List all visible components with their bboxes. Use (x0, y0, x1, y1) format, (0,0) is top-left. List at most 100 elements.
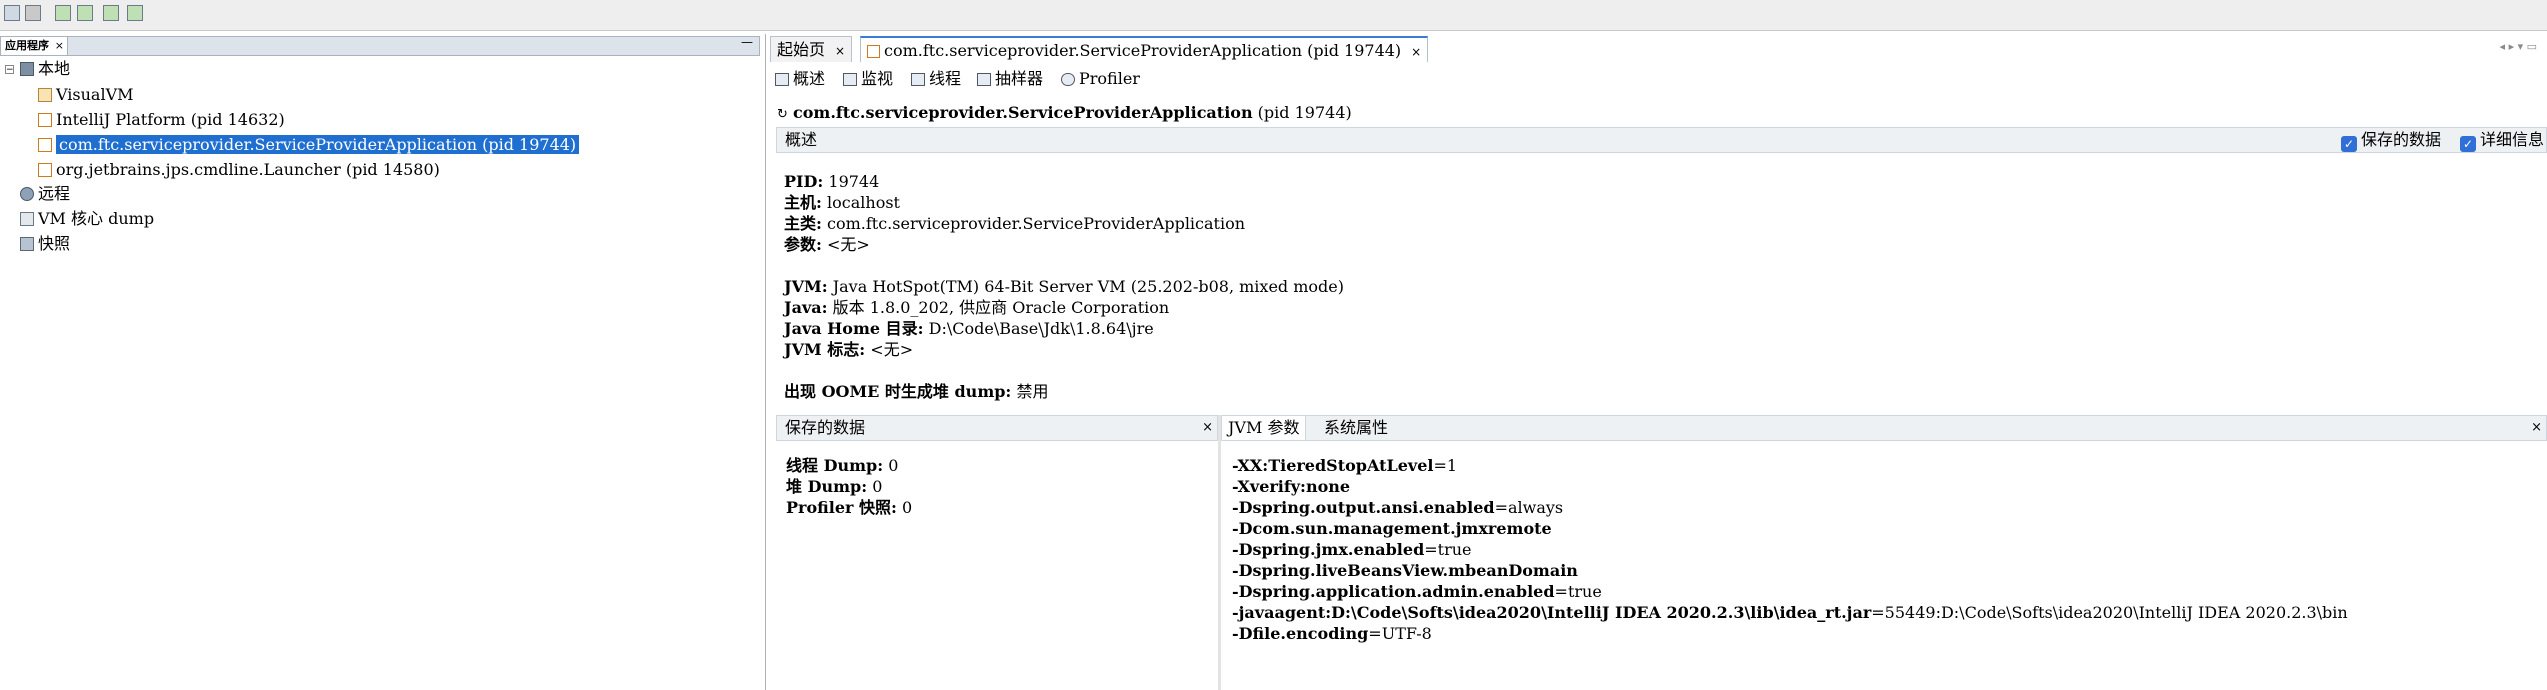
java-row: Java: 版本 1.8.0_202, 供应商 Oracle Corporati… (784, 297, 1169, 318)
tab-overview[interactable]: 概述 (775, 66, 825, 92)
tab-jvm-args[interactable]: JVM 参数 (1222, 416, 1307, 440)
label: 主机: (784, 193, 822, 212)
tree-node-label: 快照 (38, 234, 71, 253)
jvm-arg-row: -Dspring.liveBeansView.mbeanDomain (1232, 560, 1578, 581)
app-title-name: com.ftc.serviceprovider.ServiceProviderA… (793, 103, 1253, 122)
tab-threads[interactable]: 线程 (911, 66, 961, 92)
label: 参数: (784, 235, 822, 254)
tree-node-label: VM 核心 dump (38, 209, 155, 228)
open-dump-icon[interactable] (25, 5, 41, 21)
value: localhost (827, 193, 900, 212)
refresh-icon: ↻ (777, 107, 788, 122)
applications-panel-header: 应用程序 × — (0, 35, 760, 56)
tree-node-snapshot[interactable]: 快照 (20, 233, 70, 255)
compare-icon[interactable] (127, 5, 143, 21)
jvm-arg-key: -Dspring.liveBeansView.mbeanDomain (1232, 561, 1578, 580)
jvm-arg-key: -XX:TieredStopAtLevel (1232, 456, 1434, 475)
tab-scroll-arrows-icon[interactable]: ◂ ▸ ▾ ▭ (2500, 40, 2537, 53)
label: 线程 Dump: (786, 456, 884, 475)
jvm-arg-key: -Dspring.application.admin.enabled (1232, 582, 1555, 601)
args-row: 参数: <无> (784, 234, 870, 255)
tree-node-label: IntelliJ Platform (pid 14632) (56, 110, 285, 129)
tab-label: 线程 (929, 69, 962, 88)
checkbox-label: 详细信息 (2479, 130, 2544, 149)
jvm-arg-value: =55449:D:\Code\Softs\idea2020\IntelliJ I… (1871, 603, 2348, 622)
jvm-panel-header: JVM 参数 系统属性 × (1221, 415, 2547, 441)
jvm-arg-row: -Dspring.application.admin.enabled=true (1232, 581, 1602, 602)
label: PID: (784, 172, 824, 191)
tab-label: JVM 参数 (1228, 418, 1300, 437)
snapshot-icon (20, 237, 34, 251)
tab-label: Profiler (1079, 69, 1140, 88)
tab-profiler[interactable]: Profiler (1061, 66, 1140, 92)
value: 版本 1.8.0_202, 供应商 Oracle Corporation (832, 298, 1170, 317)
tab-service-app[interactable]: com.ftc.serviceprovider.ServiceProviderA… (860, 36, 1429, 62)
overview-icon (775, 73, 789, 86)
label: Profiler 快照: (786, 498, 897, 517)
tab-label: com.ftc.serviceprovider.ServiceProviderA… (884, 41, 1402, 60)
tab-label: 系统属性 (1324, 418, 1389, 437)
jvm-arg-key: -Dspring.jmx.enabled (1232, 540, 1425, 559)
remote-host-icon (20, 187, 34, 201)
close-icon[interactable]: × (1202, 416, 1213, 440)
jvm-arg-row: -Dfile.encoding=UTF-8 (1232, 623, 1432, 644)
tree-node-label: org.jetbrains.jps.cmdline.Launcher (pid … (56, 160, 440, 179)
tab-system-properties[interactable]: 系统属性 (1320, 416, 1392, 440)
heap-dump-icon[interactable] (55, 5, 71, 21)
saved-data-checkbox[interactable]: ✓ 保存的数据 (2340, 128, 2441, 152)
jvm-arg-row: -Dspring.output.ansi.enabled=always (1232, 497, 1563, 518)
tree-node-visualvm[interactable]: VisualVM (38, 84, 134, 106)
value: 0 (902, 498, 913, 517)
thread-dump-icon[interactable] (77, 5, 93, 21)
tree-node-local[interactable]: 本地 (20, 58, 70, 80)
label: Java Home 目录: (784, 319, 924, 338)
tree-node-remote[interactable]: 远程 (20, 183, 70, 205)
profiler-snapshot-row: Profiler 快照: 0 (786, 497, 912, 518)
label: 主类: (784, 214, 822, 233)
label: 堆 Dump: (786, 477, 868, 496)
jvm-arg-value: =true (1424, 540, 1472, 559)
tree-node-label: 本地 (38, 59, 71, 78)
applications-tab[interactable]: 应用程序 × (1, 37, 68, 55)
java-app-icon (38, 163, 52, 177)
app-title-pid: (pid 19744) (1257, 103, 1352, 122)
close-icon[interactable]: × (1411, 45, 1421, 59)
details-checkbox[interactable]: ✓ 详细信息 (2459, 128, 2544, 152)
value: <无> (870, 340, 914, 359)
tree-node-intellij[interactable]: IntelliJ Platform (pid 14632) (38, 109, 285, 131)
profiler-icon (1061, 73, 1075, 86)
value: com.ftc.serviceprovider.ServiceProviderA… (827, 214, 1246, 233)
tree-node-service-app[interactable]: com.ftc.serviceprovider.ServiceProviderA… (38, 134, 580, 156)
main-class-row: 主类: com.ftc.serviceprovider.ServiceProvi… (784, 213, 1245, 234)
jvm-arg-key: -Dspring.output.ansi.enabled (1232, 498, 1495, 517)
panel-title: 保存的数据 (785, 418, 866, 437)
jvm-arg-value: =always (1494, 498, 1564, 517)
close-icon[interactable]: × (55, 37, 64, 55)
jvm-arg-value: =true (1554, 582, 1602, 601)
tab-label: 概述 (793, 69, 826, 88)
thread-dump-row: 线程 Dump: 0 (786, 455, 898, 476)
tab-sampler[interactable]: 抽样器 (977, 66, 1043, 92)
tree-node-label: com.ftc.serviceprovider.ServiceProviderA… (56, 135, 580, 154)
tab-label: 抽样器 (995, 69, 1044, 88)
close-icon[interactable]: × (2531, 416, 2542, 440)
minimize-icon[interactable]: — (741, 35, 753, 49)
value: 0 (872, 477, 883, 496)
jvm-arg-row: -XX:TieredStopAtLevel=1 (1232, 455, 1457, 476)
heap-dump-row: 堆 Dump: 0 (786, 476, 882, 497)
jvm-arg-value: =1 (1433, 456, 1458, 475)
open-app-icon[interactable] (4, 5, 20, 21)
computer-icon (20, 62, 34, 76)
jvm-arg-value: =UTF-8 (1368, 624, 1432, 643)
tab-monitor[interactable]: 监视 (843, 66, 893, 92)
snapshot-icon[interactable] (103, 5, 119, 21)
tree-node-launcher[interactable]: org.jetbrains.jps.cmdline.Launcher (pid … (38, 159, 440, 181)
split-divider[interactable] (1218, 415, 1221, 690)
label: JVM: (784, 277, 828, 296)
label: JVM 标志: (784, 340, 866, 359)
checkmark-icon: ✓ (2340, 136, 2357, 152)
close-icon[interactable]: × (835, 44, 845, 58)
tab-start-page[interactable]: 起始页 × (770, 36, 853, 62)
tree-node-core-dump[interactable]: VM 核心 dump (20, 208, 154, 230)
collapse-local-icon[interactable]: − (5, 65, 14, 75)
